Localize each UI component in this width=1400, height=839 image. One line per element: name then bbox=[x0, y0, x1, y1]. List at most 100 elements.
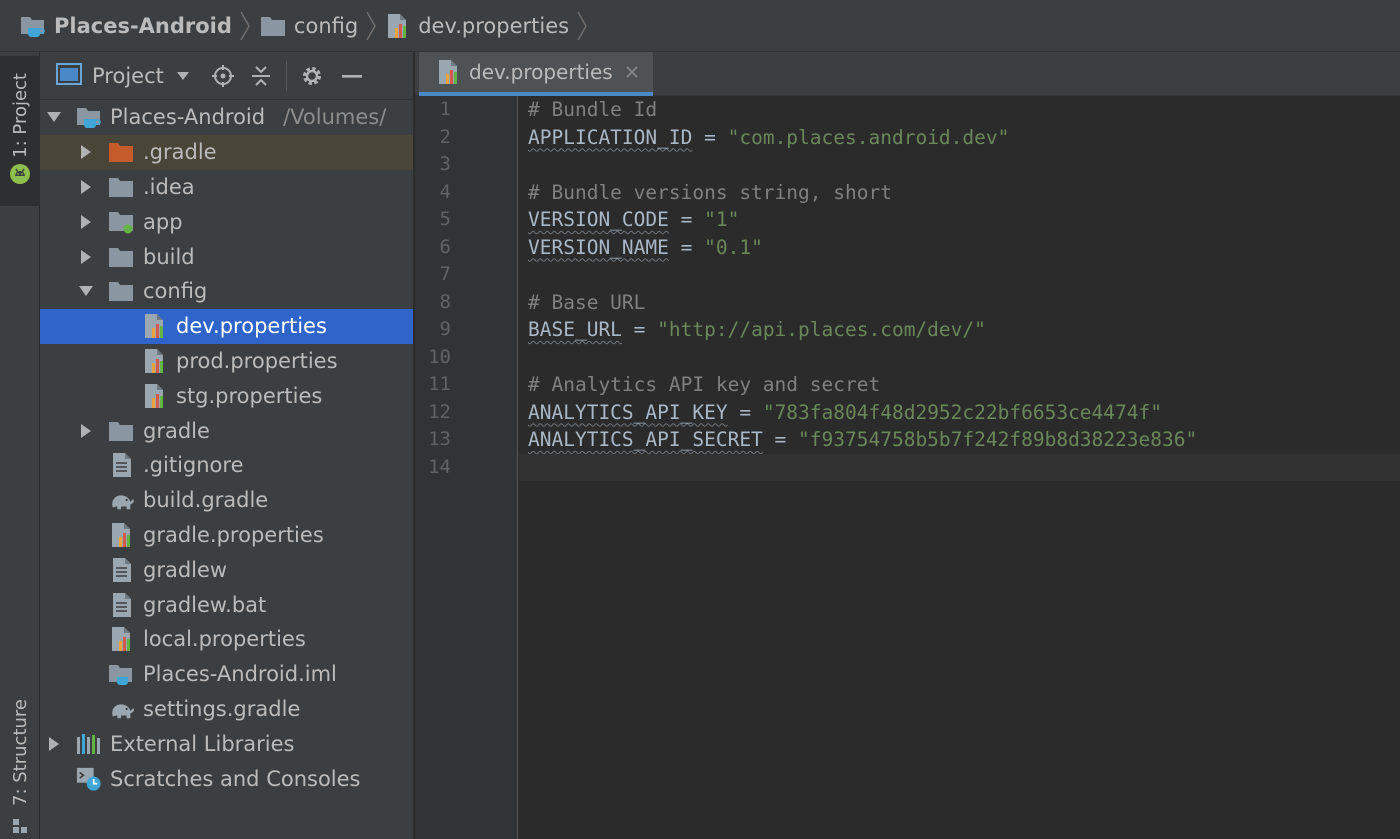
tree-item-build[interactable]: build bbox=[40, 239, 413, 274]
tab-structure-tool-window[interactable]: 7: Structure bbox=[0, 692, 40, 812]
tree-item-places-android[interactable]: Places-Android/Volumes/ bbox=[40, 100, 413, 135]
text-file-icon bbox=[109, 592, 135, 618]
property-key: VERSION_NAME bbox=[528, 235, 669, 259]
project-folder-icon bbox=[76, 104, 102, 130]
code-line[interactable]: BASE_URL = "http://api.places.com/dev/" bbox=[528, 316, 986, 344]
code-line[interactable]: VERSION_CODE = "1" bbox=[528, 206, 739, 234]
tree-item-build-gradle[interactable]: build.gradle bbox=[40, 483, 413, 518]
collapsed-arrow-icon[interactable] bbox=[78, 249, 94, 265]
project-panel: Project Places-Android/Volumes/ .gradle … bbox=[40, 52, 414, 839]
locate-target-icon[interactable] bbox=[206, 59, 240, 93]
tree-item-gradle-properties[interactable]: gradle.properties bbox=[40, 518, 413, 553]
tree-item-label: Scratches and Consoles bbox=[110, 766, 361, 791]
tree-item-label: External Libraries bbox=[110, 731, 295, 756]
tree-item-gradlew[interactable]: gradlew bbox=[40, 552, 413, 587]
tree-item-label: gradlew.bat bbox=[143, 592, 267, 617]
tree-item-stg-properties[interactable]: stg.properties bbox=[40, 378, 413, 413]
line-number: 3 bbox=[439, 153, 451, 175]
line-number: 2 bbox=[439, 125, 451, 148]
project-folder-icon bbox=[20, 14, 46, 38]
code-line[interactable]: # Bundle Id bbox=[528, 96, 657, 124]
tree-item-label: .idea bbox=[143, 174, 195, 199]
code-comment: # Base URL bbox=[528, 290, 646, 314]
property-separator: = bbox=[668, 208, 705, 231]
tab-dev-properties[interactable]: dev.properties bbox=[419, 52, 653, 96]
tree-item-gradle-cache[interactable]: .gradle bbox=[40, 134, 413, 170]
code-line[interactable]: APPLICATION_ID = "com.places.android.dev… bbox=[528, 124, 1009, 152]
code-line[interactable]: # Analytics API key and secret bbox=[528, 371, 880, 399]
tree-item-path: /Volumes/ bbox=[283, 105, 387, 130]
structure-icon[interactable] bbox=[0, 814, 40, 838]
text-file-icon bbox=[109, 557, 135, 583]
tree-item-label: prod.properties bbox=[176, 348, 338, 373]
collapsed-arrow-icon[interactable] bbox=[78, 179, 94, 195]
breadcrumb-config[interactable]: config bbox=[260, 0, 358, 52]
tree-item-iml[interactable]: Places-Android.iml bbox=[40, 657, 413, 692]
collapsed-arrow-icon[interactable] bbox=[78, 144, 94, 160]
tree-item-label: .gradle bbox=[143, 140, 217, 165]
tree-item-idea[interactable]: .idea bbox=[40, 170, 413, 205]
breadcrumb-project[interactable]: Places-Android bbox=[20, 0, 232, 52]
code-comment: # Bundle Id bbox=[528, 98, 658, 121]
collapsed-arrow-icon[interactable] bbox=[78, 423, 94, 439]
code-line[interactable]: ANALYTICS_API_KEY = "783fa804f48d2952c22… bbox=[528, 399, 1162, 427]
property-separator: = bbox=[692, 125, 728, 149]
line-number: 6 bbox=[439, 235, 451, 258]
code-line[interactable]: # Base URL bbox=[528, 289, 645, 317]
tree-item-gitignore[interactable]: .gitignore bbox=[40, 448, 413, 483]
navigation-bar: Places-Android config dev.properties bbox=[0, 0, 1400, 52]
tree-item-prod-properties[interactable]: prod.properties bbox=[40, 344, 413, 379]
editor-tab-bar: dev.properties bbox=[415, 52, 1400, 96]
tree-item-dev-properties[interactable]: dev.properties bbox=[40, 308, 413, 344]
tree-item-label: .gitignore bbox=[143, 453, 244, 478]
tree-item-gradlew-bat[interactable]: gradlew.bat bbox=[40, 587, 413, 622]
hide-panel-icon[interactable] bbox=[335, 59, 369, 93]
tree-item-config[interactable]: config bbox=[40, 274, 413, 309]
tab-label: dev.properties bbox=[469, 60, 613, 84]
code-line[interactable]: # Bundle versions string, short bbox=[528, 179, 892, 207]
tree-item-settings-gradle[interactable]: settings.gradle bbox=[40, 692, 413, 727]
expanded-arrow-icon[interactable] bbox=[78, 283, 94, 299]
properties-file-icon bbox=[386, 13, 410, 39]
gear-icon[interactable] bbox=[295, 59, 329, 93]
tree-item-gradle[interactable]: gradle bbox=[40, 413, 413, 448]
tree-item-label: gradlew bbox=[143, 557, 228, 582]
line-number: 12 bbox=[428, 400, 451, 423]
property-value: "1" bbox=[704, 208, 740, 231]
chevron-down-icon[interactable] bbox=[166, 59, 200, 93]
code-area[interactable]: # Bundle Id APPLICATION_ID = "com.places.… bbox=[519, 96, 1400, 839]
project-view-selector[interactable]: Project bbox=[92, 64, 164, 88]
property-value: "783fa804f48d2952c22bf6653ce4474f" bbox=[762, 400, 1162, 424]
line-number: 9 bbox=[439, 318, 451, 340]
collapsed-arrow-icon[interactable] bbox=[46, 736, 62, 752]
tree-item-app[interactable]: app bbox=[40, 204, 413, 239]
libraries-icon bbox=[76, 731, 102, 757]
collapsed-arrow-icon[interactable] bbox=[78, 214, 94, 230]
collapse-all-icon[interactable] bbox=[244, 59, 278, 93]
tree-item-external-libraries[interactable]: External Libraries bbox=[40, 726, 413, 761]
gradle-elephant-icon bbox=[109, 696, 135, 722]
tree-item-label: settings.gradle bbox=[143, 696, 301, 721]
property-key: BASE_URL bbox=[528, 318, 622, 341]
line-number: 10 bbox=[428, 345, 451, 368]
chevron-right-icon bbox=[238, 0, 252, 52]
property-key: ANALYTICS_API_SECRET bbox=[528, 428, 763, 451]
properties-file-icon bbox=[142, 313, 168, 339]
breadcrumb-label: Places-Android bbox=[54, 13, 232, 38]
code-comment: # Analytics API key and secret bbox=[528, 373, 881, 396]
tree-item-scratches[interactable]: Scratches and Consoles bbox=[40, 761, 413, 796]
code-line[interactable]: VERSION_NAME = "0.1" bbox=[528, 234, 763, 262]
code-line[interactable]: ANALYTICS_API_SECRET = "f93754758b5b7f24… bbox=[528, 426, 1197, 454]
tree-item-label: Places-Android bbox=[110, 105, 266, 130]
expanded-arrow-icon[interactable] bbox=[46, 109, 62, 125]
property-separator: = bbox=[668, 235, 705, 259]
breadcrumb-file[interactable]: dev.properties bbox=[386, 0, 569, 52]
tab-label: 7: Structure bbox=[9, 698, 31, 806]
property-value: "com.places.android.dev" bbox=[727, 125, 1010, 149]
tab-project-tool-window[interactable]: 1: Project bbox=[0, 56, 40, 206]
property-separator: = bbox=[727, 400, 763, 424]
tree-item-local-properties[interactable]: local.properties bbox=[40, 622, 413, 657]
close-icon[interactable] bbox=[625, 65, 639, 79]
property-value: "0.1" bbox=[704, 235, 763, 259]
project-view-icon bbox=[56, 62, 82, 89]
